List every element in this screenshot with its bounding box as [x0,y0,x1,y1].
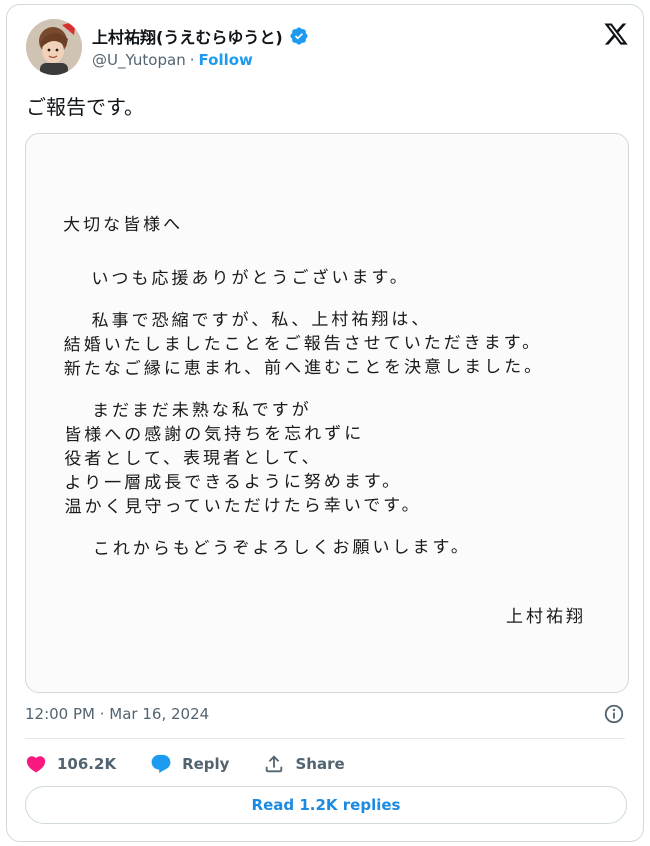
letter-line: より一層成長できるように努めます。 [64,471,403,494]
avatar-image [26,19,82,75]
letter-line: 役者として、表現者として、 [64,448,322,470]
share-upload-icon [266,755,283,773]
info-icon[interactable] [603,703,625,725]
letter-line: 温かく見守っていただけたら幸いです。 [64,495,422,518]
follow-button[interactable]: Follow [199,51,253,69]
share-button[interactable]: Share [263,753,345,775]
tweet-card: 上村祐翔(うえむらゆうと) @U_Yutopan · Follow ご報告です。… [6,4,644,842]
separator-dot: · [189,51,195,69]
letter-line: これからもどうぞよろしくお願いします。 [92,537,471,560]
letter-line: いつも応援ありがとうございます。 [91,267,410,290]
reply-label: Reply [182,755,230,773]
letter-signature: 上村祐翔 [506,607,586,627]
read-replies-button[interactable]: Read 1.2K replies [25,786,627,824]
like-count: 106.2K [57,755,117,773]
tweet-timestamp[interactable]: 12:00 PM · Mar 16, 2024 [25,705,209,723]
letter-line: 新たなご縁に恵まれ、前へ進むことを決意しました。 [63,356,545,380]
avatar[interactable] [26,19,82,75]
letter-line: 結婚いたしましたことをご報告させていただきます。 [63,332,543,356]
letter-image[interactable]: 大切な皆様へ いつも応援ありがとうございます。 私事で恐縮ですが、私、上村祐翔は… [25,133,629,693]
author-name[interactable]: 上村祐翔(うえむらゆうと) [92,24,283,48]
tweet-text: ご報告です。 [26,95,144,119]
like-button[interactable]: 106.2K [25,753,116,775]
letter-greeting: 大切な皆様へ [63,214,184,236]
author-handle[interactable]: @U_Yutopan [92,51,186,69]
letter-body: 大切な皆様へ いつも応援ありがとうございます。 私事で恐縮ですが、私、上村祐翔は… [63,211,605,562]
letter-line: 皆様への感謝の気持ちを忘れずに [64,423,365,446]
verified-badge-icon [290,27,308,45]
heart-icon [26,756,46,773]
action-bar: 106.2K Reply Share [25,750,379,778]
letter-line: まだまだ未熟な私ですが [92,400,312,422]
divider [25,738,625,739]
share-label: Share [295,755,345,773]
letter-line: 私事で恐縮ですが、私、上村祐翔は、 [91,309,432,332]
reply-bubble-icon [151,754,171,773]
author-name-row: 上村祐翔(うえむらゆうと) [92,23,309,49]
reply-button[interactable]: Reply [150,753,229,775]
author-handle-row: @U_Yutopan · Follow [92,51,253,69]
x-logo-icon[interactable] [603,21,629,47]
